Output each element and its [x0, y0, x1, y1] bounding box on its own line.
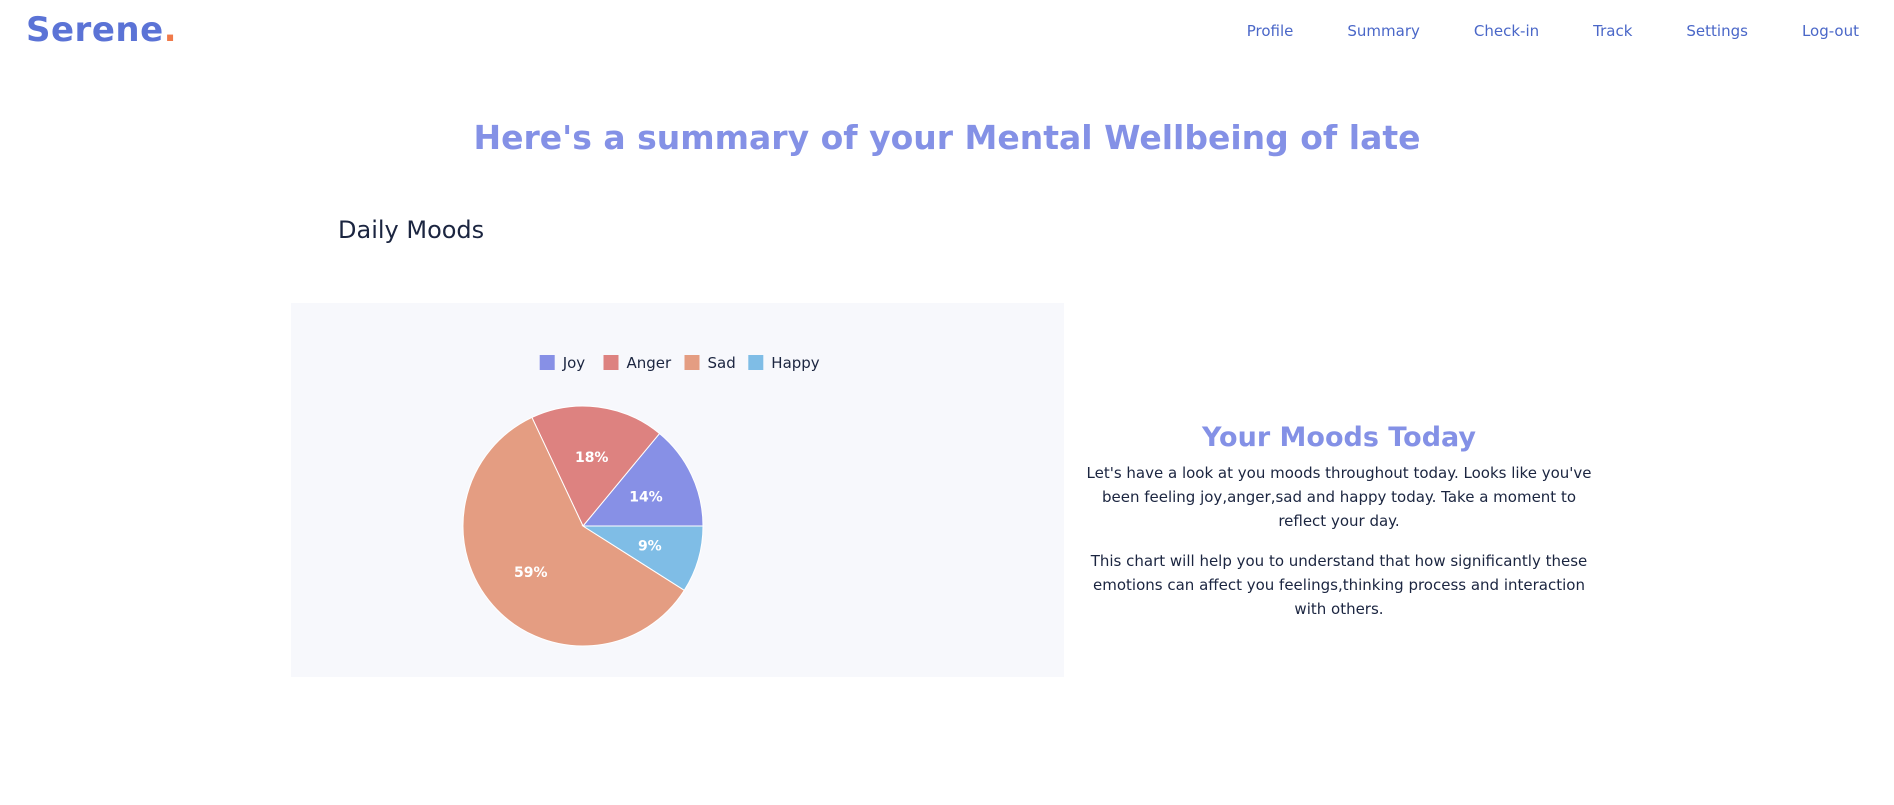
legend-swatch-joy	[539, 355, 555, 370]
pie-label-anger: 18%	[575, 450, 609, 466]
nav-link-summary[interactable]: Summary	[1347, 22, 1420, 40]
legend-label-joy: Joy	[562, 354, 586, 372]
mood-pie-chart: Joy Anger Sad Happy 14% 18% 59% 9%	[462, 354, 820, 647]
legend-swatch-happy	[748, 355, 764, 370]
nav-link-profile[interactable]: Profile	[1247, 22, 1294, 40]
chart-legend: Joy Anger Sad Happy	[539, 354, 820, 372]
page-title: Here's a summary of your Mental Wellbein…	[473, 118, 1421, 157]
pie-slices	[462, 405, 704, 647]
brand-logo[interactable]: Serene.	[26, 10, 177, 50]
pie-label-happy: 9%	[638, 538, 662, 554]
brand-dot: .	[163, 10, 178, 50]
legend-label-anger: Anger	[627, 354, 673, 372]
chart-panel: Joy Anger Sad Happy 14% 18% 59% 9%	[291, 303, 1064, 677]
info-paragraph-2: This chart will help you to understand t…	[1090, 552, 1588, 618]
nav-link-track[interactable]: Track	[1593, 22, 1632, 40]
legend-item-joy[interactable]: Joy	[539, 354, 586, 372]
nav-link-check-in[interactable]: Check-in	[1474, 22, 1539, 40]
legend-swatch-anger	[603, 355, 619, 370]
legend-label-sad: Sad	[708, 354, 736, 372]
info-paragraph-1: Let's have a look at you moods throughou…	[1086, 464, 1592, 530]
legend-item-happy[interactable]: Happy	[748, 354, 820, 372]
legend-item-sad[interactable]: Sad	[684, 354, 736, 372]
brand-name: Serene	[26, 10, 164, 50]
info-title: Your Moods Today	[1201, 422, 1477, 453]
pie-label-joy: 14%	[629, 489, 663, 505]
legend-swatch-sad	[684, 355, 700, 370]
pie-label-sad: 59%	[514, 565, 548, 581]
legend-item-anger[interactable]: Anger	[603, 354, 673, 372]
nav-link-settings[interactable]: Settings	[1686, 22, 1748, 40]
legend-label-happy: Happy	[771, 354, 820, 372]
nav-link-log-out[interactable]: Log-out	[1802, 22, 1859, 40]
info-block: Your Moods Today Let's have a look at yo…	[1064, 422, 1614, 637]
navbar: Serene. Profile Summary Check-in Track S…	[0, 0, 1894, 66]
nav-links: Profile Summary Check-in Track Settings …	[1193, 22, 1859, 40]
section-title: Daily Moods	[338, 216, 485, 244]
